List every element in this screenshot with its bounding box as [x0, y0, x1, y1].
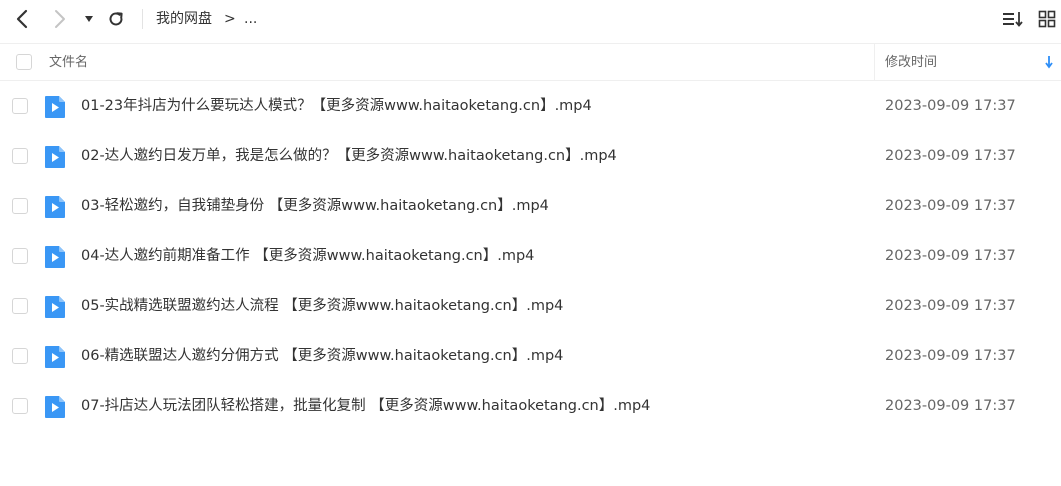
file-name[interactable]: 03-轻松邀约，自我铺垫身份 【更多资源www.haitaoketang.cn】…	[81, 196, 549, 216]
video-file-icon	[45, 96, 65, 118]
chevron-left-icon	[16, 9, 28, 29]
chevron-right-icon	[55, 10, 65, 28]
file-name[interactable]: 01-23年抖店为什么要玩达人模式？【更多资源www.haitaoketang.…	[81, 96, 592, 116]
breadcrumb-separator: >	[224, 11, 236, 27]
sort-icon	[1003, 12, 1023, 27]
row-checkbox[interactable]	[12, 198, 28, 214]
column-divider[interactable]	[874, 43, 875, 81]
file-row[interactable]: 07-抖店达人玩法团队轻松搭建，批量化复制 【更多资源www.haitaoket…	[0, 381, 1061, 431]
sort-button[interactable]	[1000, 6, 1026, 32]
select-all-checkbox[interactable]	[16, 54, 32, 70]
file-modified-time: 2023-09-09 17:37	[885, 298, 1016, 314]
file-row[interactable]: 05-实战精选联盟邀约达人流程 【更多资源www.haitaoketang.cn…	[0, 281, 1061, 331]
file-name[interactable]: 06-精选联盟达人邀约分佣方式 【更多资源www.haitaoketang.cn…	[81, 346, 563, 366]
file-row[interactable]: 06-精选联盟达人邀约分佣方式 【更多资源www.haitaoketang.cn…	[0, 331, 1061, 381]
toolbar: 我的网盘 > ...	[0, 0, 1061, 38]
caret-down-icon	[85, 16, 93, 22]
back-button[interactable]	[9, 6, 35, 32]
file-name[interactable]: 02-达人邀约日发万单，我是怎么做的？【更多资源www.haitaoketang…	[81, 146, 617, 166]
file-modified-time: 2023-09-09 17:37	[885, 148, 1016, 164]
grid-view-button[interactable]	[1035, 6, 1059, 32]
row-checkbox[interactable]	[12, 248, 28, 264]
video-file-icon	[45, 296, 65, 318]
row-checkbox[interactable]	[12, 148, 28, 164]
video-file-icon	[45, 196, 65, 218]
toolbar-divider	[142, 9, 143, 29]
sort-descending-icon[interactable]	[1044, 55, 1054, 69]
file-name[interactable]: 07-抖店达人玩法团队轻松搭建，批量化复制 【更多资源www.haitaoket…	[81, 396, 650, 416]
file-modified-time: 2023-09-09 17:37	[885, 98, 1016, 114]
time-column-header[interactable]: 修改时间	[885, 54, 937, 72]
grid-view-icon	[1038, 10, 1056, 28]
row-checkbox[interactable]	[12, 98, 28, 114]
file-row[interactable]: 03-轻松邀约，自我铺垫身份 【更多资源www.haitaoketang.cn】…	[0, 181, 1061, 231]
breadcrumb-more[interactable]: ...	[244, 9, 257, 29]
history-dropdown-button[interactable]	[77, 6, 101, 32]
video-file-icon	[45, 146, 65, 168]
file-name[interactable]: 05-实战精选联盟邀约达人流程 【更多资源www.haitaoketang.cn…	[81, 296, 563, 316]
file-row[interactable]: 04-达人邀约前期准备工作 【更多资源www.haitaoketang.cn】.…	[0, 231, 1061, 281]
video-file-icon	[45, 246, 65, 268]
file-list-header: 文件名 修改时间	[0, 43, 1061, 81]
row-checkbox[interactable]	[12, 398, 28, 414]
video-file-icon	[45, 396, 65, 418]
file-row[interactable]: 01-23年抖店为什么要玩达人模式？【更多资源www.haitaoketang.…	[0, 81, 1061, 131]
refresh-button[interactable]	[103, 6, 129, 32]
row-checkbox[interactable]	[12, 348, 28, 364]
file-name[interactable]: 04-达人邀约前期准备工作 【更多资源www.haitaoketang.cn】.…	[81, 246, 534, 266]
file-modified-time: 2023-09-09 17:37	[885, 248, 1016, 264]
breadcrumb-root[interactable]: 我的网盘	[156, 9, 212, 29]
forward-button[interactable]	[47, 6, 73, 32]
name-column-header[interactable]: 文件名	[49, 54, 88, 72]
file-modified-time: 2023-09-09 17:37	[885, 348, 1016, 364]
file-modified-time: 2023-09-09 17:37	[885, 398, 1016, 414]
file-row[interactable]: 02-达人邀约日发万单，我是怎么做的？【更多资源www.haitaoketang…	[0, 131, 1061, 181]
video-file-icon	[45, 346, 65, 368]
row-checkbox[interactable]	[12, 298, 28, 314]
refresh-icon	[109, 12, 123, 26]
file-modified-time: 2023-09-09 17:37	[885, 198, 1016, 214]
